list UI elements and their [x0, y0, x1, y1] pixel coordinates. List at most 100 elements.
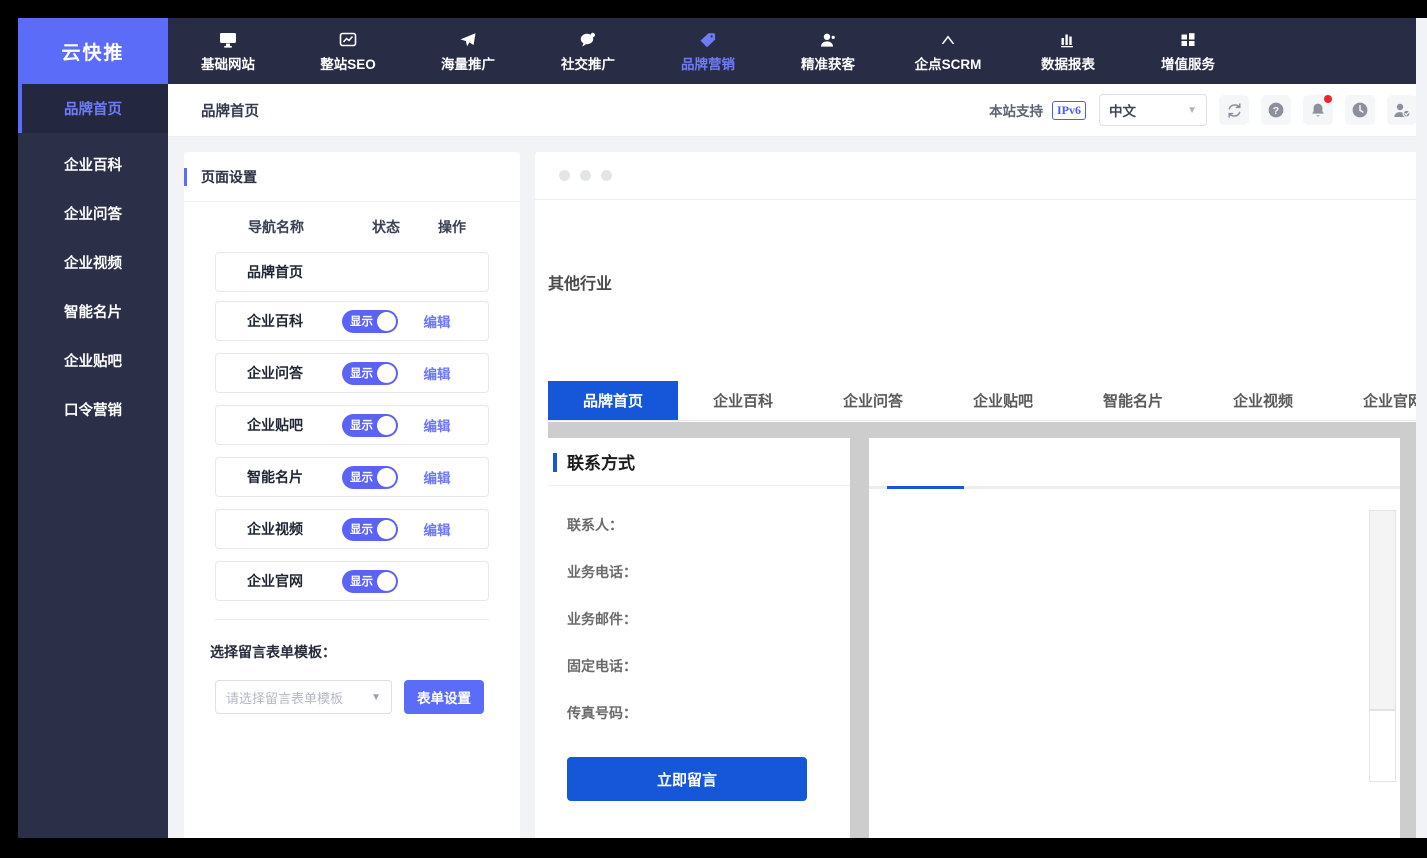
- brand-logo-text: 云快推: [61, 42, 125, 64]
- topnav-item-企点SCRM[interactable]: 企点SCRM: [888, 18, 1008, 84]
- bar-chart-icon: [1059, 30, 1077, 48]
- user-icon: [819, 30, 837, 48]
- toggle-label: 显示: [350, 524, 373, 536]
- topnav-item-整站SEO[interactable]: 整站SEO: [288, 18, 408, 84]
- nav-row-name: 企业官网: [247, 573, 303, 589]
- top-nav-items: 基础网站 整站SEO 海量推广 社交推广 品牌营销 精准获客 企点SCRM 数据…: [168, 18, 1427, 84]
- edit-button[interactable]: 编辑: [406, 311, 468, 331]
- topnav-item-增值服务[interactable]: 增值服务: [1128, 18, 1248, 84]
- refresh-icon[interactable]: [1219, 95, 1249, 125]
- sidebar-item-口令营销[interactable]: 口令营销: [18, 385, 168, 434]
- topnav-item-精准获客[interactable]: 精准获客: [768, 18, 888, 84]
- content-tab-active-indicator: [887, 486, 964, 489]
- clock-icon[interactable]: [1345, 95, 1375, 125]
- contact-field-label: 业务电话：: [567, 564, 637, 580]
- nav-row-name: 企业贴吧: [247, 417, 303, 433]
- preview-tabs: 品牌首页 企业百科 企业问答 企业贴吧 智能名片 企业视频 企业官网: [548, 381, 1427, 421]
- help-icon[interactable]: ?: [1261, 95, 1291, 125]
- visibility-toggle[interactable]: 显示: [342, 465, 398, 489]
- table-row[interactable]: 企业百科 显示 编辑: [215, 301, 489, 341]
- visibility-toggle[interactable]: 显示: [342, 361, 398, 385]
- topnav-item-品牌营销[interactable]: 品牌营销: [648, 18, 768, 84]
- preview-tab-label: 企业问答: [842, 393, 903, 410]
- table-row[interactable]: 品牌首页: [215, 252, 489, 292]
- chevron-down-icon: ▼: [1187, 104, 1197, 116]
- content-tab-underline: [869, 486, 1400, 489]
- nav-row-name: 企业问答: [247, 365, 303, 381]
- content-placeholder-box-secondary: [1369, 710, 1396, 782]
- form-settings-button[interactable]: 表单设置: [404, 680, 484, 714]
- header-actions: 本站支持 IPv6 中文 ▼ ?: [989, 94, 1427, 126]
- leave-message-button[interactable]: 立即留言: [567, 757, 807, 801]
- chevron-up-icon: [939, 30, 957, 48]
- settings-divider: [215, 619, 489, 620]
- contact-fields: 联系人： 业务电话： 业务邮件： 固定电话： 传真号码：: [548, 486, 850, 723]
- table-row[interactable]: 企业贴吧 显示 编辑: [215, 405, 489, 445]
- svg-text:?: ?: [1273, 105, 1279, 117]
- table-row[interactable]: 企业问答 显示 编辑: [215, 353, 489, 393]
- contact-card-title: 联系方式: [548, 438, 850, 486]
- edit-button[interactable]: 编辑: [406, 363, 468, 383]
- edit-button[interactable]: 编辑: [406, 415, 468, 435]
- sidebar-item-label: 企业贴吧: [64, 354, 122, 370]
- preview-tab-品牌首页[interactable]: 品牌首页: [548, 381, 678, 420]
- chart-frame-icon: [339, 30, 357, 48]
- sidebar-item-企业问答[interactable]: 企业问答: [18, 189, 168, 238]
- brand-logo[interactable]: 云快推: [18, 18, 168, 84]
- preview-tab-企业问答[interactable]: 企业问答: [808, 381, 938, 420]
- nav-row-state: 显示: [334, 309, 406, 333]
- language-select-value: 中文: [1109, 104, 1136, 119]
- preview-tab-label: 企业视频: [1232, 393, 1293, 410]
- sidebar-item-企业百科[interactable]: 企业百科: [18, 140, 168, 189]
- preview-tab-label: 品牌首页: [582, 393, 643, 410]
- preview-tab-智能名片[interactable]: 智能名片: [1068, 381, 1198, 420]
- sidebar-item-企业贴吧[interactable]: 企业贴吧: [18, 336, 168, 385]
- sidebar-item-智能名片[interactable]: 智能名片: [18, 287, 168, 336]
- sidebar-item-label: 品牌首页: [64, 102, 122, 118]
- form-template-placeholder: 请选择留言表单模板: [226, 690, 344, 706]
- visibility-toggle[interactable]: 显示: [342, 413, 398, 437]
- site-preview-panel: 其他行业 品牌首页 企业百科 企业问答 企业贴吧 智能名片 企业视频 企业官网 …: [535, 152, 1427, 838]
- preview-tab-企业视频[interactable]: 企业视频: [1198, 381, 1328, 420]
- topnav-item-社交推广[interactable]: 社交推广: [528, 18, 648, 84]
- page-settings-card: 页面设置 导航名称 状态 操作 品牌首页 企业百科 显示 编辑 企业问答 显示 …: [184, 152, 520, 838]
- visibility-toggle[interactable]: 显示: [342, 309, 398, 333]
- visibility-toggle[interactable]: 显示: [342, 517, 398, 541]
- edit-button[interactable]: 编辑: [406, 467, 468, 487]
- nav-row-state: 显示: [334, 569, 406, 593]
- visibility-toggle[interactable]: 显示: [342, 569, 398, 593]
- form-template-select[interactable]: 请选择留言表单模板 ▼: [215, 680, 392, 714]
- edit-button[interactable]: 编辑: [406, 519, 468, 539]
- user-check-icon[interactable]: [1387, 95, 1417, 125]
- support-text: 本站支持: [989, 104, 1043, 119]
- topnav-label: 海量推广: [441, 56, 495, 72]
- sidebar-item-企业视频[interactable]: 企业视频: [18, 238, 168, 287]
- table-row[interactable]: 企业官网 显示: [215, 561, 489, 601]
- sidebar-item-label: 智能名片: [64, 305, 122, 321]
- nav-row-state: 显示: [334, 361, 406, 385]
- sidebar-item-label: 口令营销: [64, 403, 122, 419]
- column-header-name: 导航名称: [248, 219, 304, 235]
- preview-tab-企业官网[interactable]: 企业官网: [1328, 381, 1427, 420]
- topnav-label: 数据报表: [1041, 56, 1095, 72]
- sidebar-item-品牌首页[interactable]: 品牌首页: [18, 84, 168, 133]
- contact-field-label: 联系人：: [567, 517, 623, 533]
- page-header: 品牌首页 本站支持 IPv6 中文 ▼ ?: [168, 84, 1427, 137]
- app-window: 云快推 基础网站 整站SEO 海量推广 社交推广 品牌营销 精准获客 企点SCR…: [18, 18, 1427, 838]
- table-row[interactable]: 智能名片 显示 编辑: [215, 457, 489, 497]
- nav-row-name: 企业百科: [247, 313, 303, 329]
- sidebar-item-label: 企业视频: [64, 256, 122, 272]
- page-scrollbar[interactable]: [1416, 18, 1427, 838]
- topnav-item-数据报表[interactable]: 数据报表: [1008, 18, 1128, 84]
- preview-tab-企业百科[interactable]: 企业百科: [678, 381, 808, 420]
- language-select[interactable]: 中文 ▼: [1099, 94, 1207, 126]
- topnav-item-基础网站[interactable]: 基础网站: [168, 18, 288, 84]
- monitor-icon: [219, 30, 237, 48]
- topnav-label: 企点SCRM: [914, 56, 982, 72]
- toggle-label: 显示: [350, 420, 373, 432]
- table-row[interactable]: 企业视频 显示 编辑: [215, 509, 489, 549]
- topnav-item-海量推广[interactable]: 海量推广: [408, 18, 528, 84]
- preview-tab-企业贴吧[interactable]: 企业贴吧: [938, 381, 1068, 420]
- bell-icon[interactable]: [1303, 95, 1333, 125]
- toggle-knob: [377, 519, 396, 539]
